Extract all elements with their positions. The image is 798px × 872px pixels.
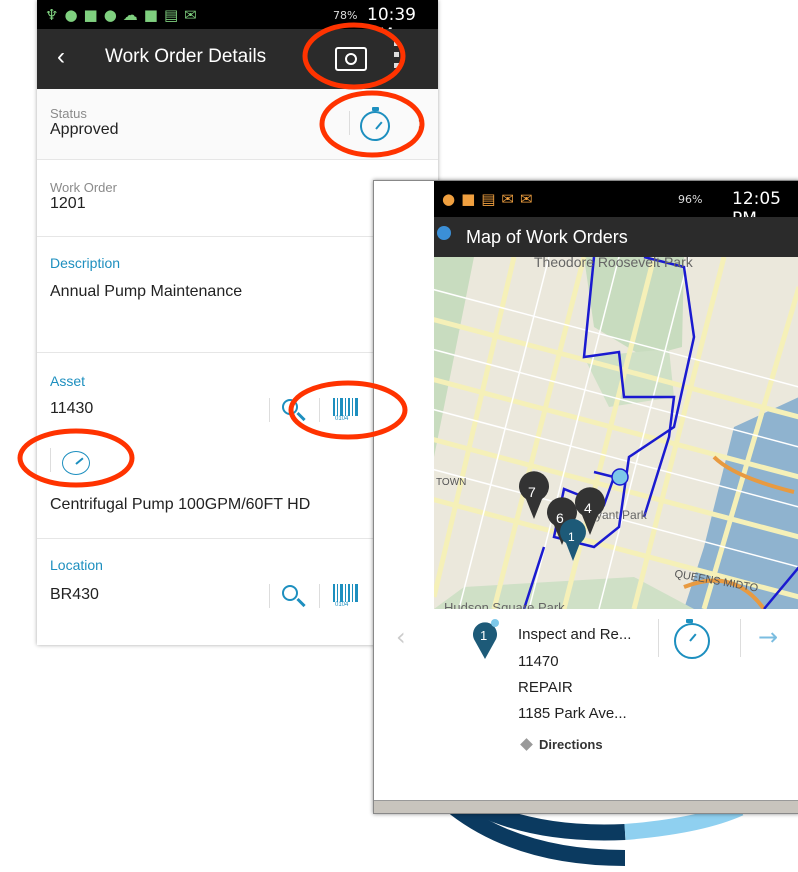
asset-name: Centrifugal Pump 100GPM/60FT HD [50, 496, 311, 513]
divider [349, 111, 350, 135]
svg-text:1: 1 [480, 628, 487, 643]
svg-text:6: 6 [556, 510, 564, 526]
status-bar: ♆●■●☁■▤✉ 78% 10:39 AM [37, 0, 438, 45]
svg-text:1: 1 [568, 530, 575, 544]
directions-link[interactable]: Directions [539, 737, 603, 752]
search-icon[interactable] [282, 399, 298, 415]
current-location-icon [611, 468, 629, 486]
work-order-title: Inspect and Re... [518, 626, 632, 643]
map-view[interactable]: Theodore Roosevelt Park Bryant Park QUEE… [434, 257, 798, 609]
battery-level: 78% [333, 9, 358, 22]
overflow-menu-icon[interactable] [394, 41, 400, 75]
divider [319, 584, 320, 608]
location-value: BR430 [50, 586, 99, 603]
asset-value: 11430 [50, 400, 94, 417]
stopwatch-icon[interactable] [360, 107, 390, 141]
notification-icons: ●■▤✉✉ [442, 190, 539, 208]
title-bar: ‹ Work Order Details [37, 29, 438, 89]
description-label: Description [50, 255, 121, 271]
map-label-hudson: Hudson Square Park [444, 600, 565, 609]
back-icon[interactable] [437, 226, 451, 240]
status-field[interactable]: Status Approved › [37, 89, 438, 160]
work-order-asset: 11470 [518, 653, 559, 670]
meter-icon[interactable] [62, 451, 90, 475]
map-label-park: Theodore Roosevelt Park [534, 257, 694, 270]
title-bar: Map of Work Orders [434, 217, 798, 257]
back-icon[interactable]: ‹ [57, 43, 65, 71]
battery-level: 96% [678, 193, 703, 206]
search-icon[interactable] [282, 585, 298, 601]
work-order-card[interactable]: ‹ 1 Inspect and Re... 11470 REPAIR 1185 … [374, 609, 798, 801]
divider [319, 398, 320, 422]
divider [50, 448, 51, 472]
map-of-work-orders-screen: ●■▤✉✉ 96% 12:05 PM Map of Work Orders [373, 180, 798, 814]
location-label: Location [50, 557, 103, 573]
map-pin-icon: 1 [473, 619, 499, 659]
page-title: Work Order Details [105, 46, 267, 67]
description-value: Annual Pump Maintenance [50, 283, 243, 300]
stopwatch-icon[interactable] [674, 619, 710, 659]
svg-text:7: 7 [528, 484, 536, 500]
svg-text:4: 4 [584, 500, 592, 516]
divider [269, 398, 270, 422]
work-order-value: 1201 [50, 195, 86, 212]
notification-icons: ♆●■●☁■▤✉ [45, 6, 203, 24]
work-order-address: 1185 Park Ave... [518, 705, 627, 722]
chevron-right-icon[interactable]: › [417, 111, 425, 135]
work-order-label: Work Order [50, 180, 117, 195]
work-order-type: REPAIR [518, 679, 573, 696]
divider [740, 619, 741, 657]
divider [269, 584, 270, 608]
page-title: Map of Work Orders [466, 227, 628, 247]
barcode-scan-icon[interactable]: 0104 [333, 398, 359, 422]
divider [658, 619, 659, 657]
barcode-scan-icon[interactable]: 0104 [333, 584, 359, 608]
status-bar: ●■▤✉✉ 96% 12:05 PM [434, 181, 798, 229]
map-label-town: TOWN [436, 477, 466, 488]
directions-icon [520, 738, 533, 751]
camera-icon[interactable] [335, 47, 367, 71]
arrow-right-icon[interactable]: → [758, 623, 778, 651]
asset-label: Asset [50, 373, 86, 389]
map-canvas[interactable]: Theodore Roosevelt Park Bryant Park QUEE… [434, 257, 798, 609]
status-label: Status [50, 106, 87, 121]
device-frame-edge [374, 800, 798, 813]
status-value: Approved [50, 121, 119, 138]
arrow-left-icon[interactable]: ‹ [396, 623, 406, 651]
